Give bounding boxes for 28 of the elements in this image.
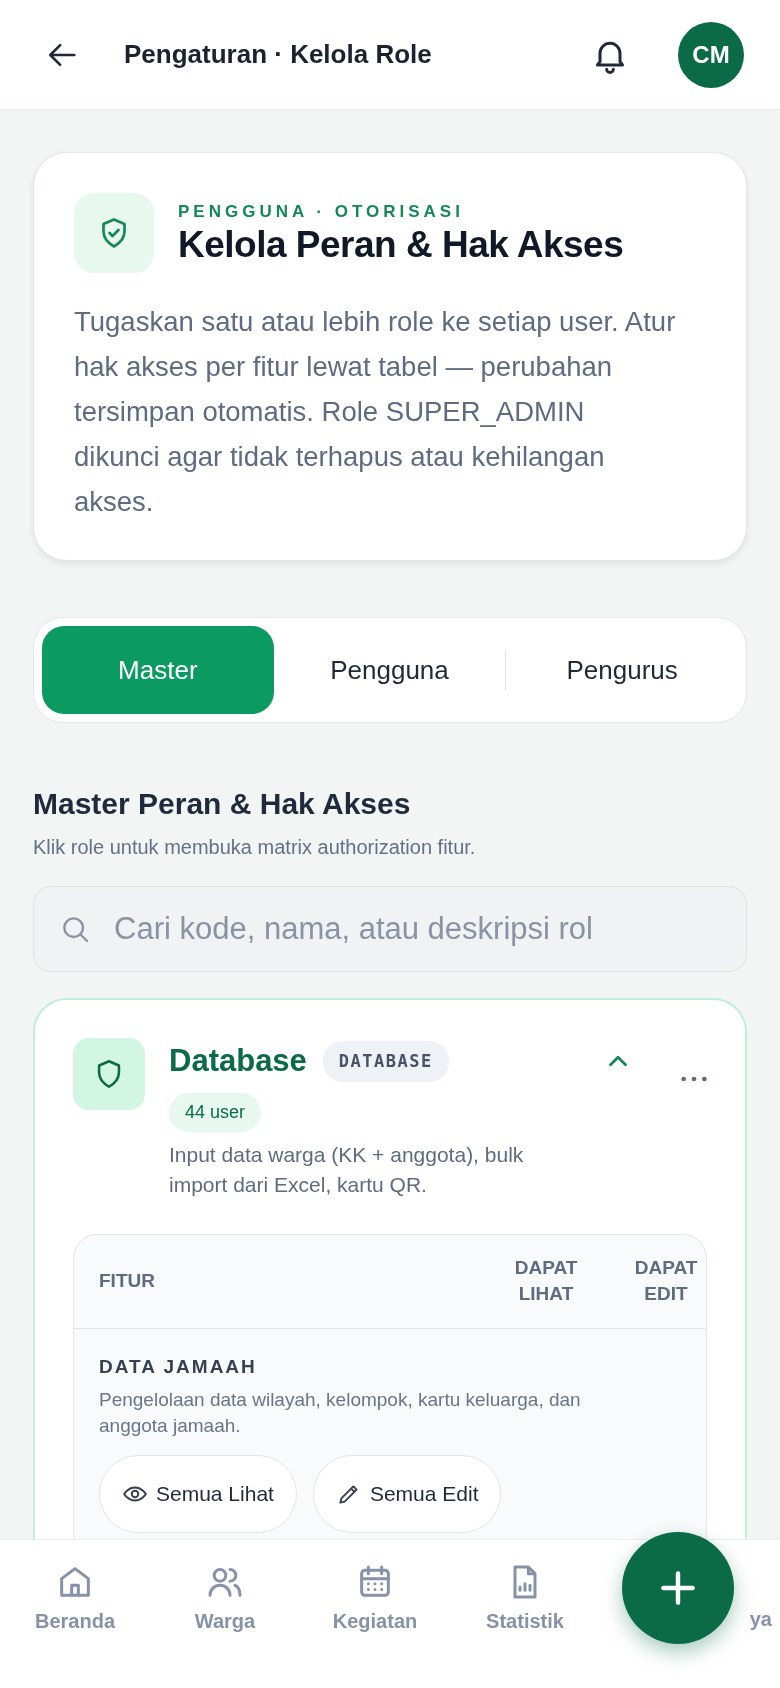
description-text: Tugaskan satu atau lebih role ke setiap user. Atur hak akses per fitur lewat tabel — perubahan tersimpan otomatis. Role SUPER_ADMIN dikunci agar tidak terhapus atau kehilangan akses. xyxy=(74,305,677,519)
nav-item[interactable]: Kegiatan xyxy=(300,1562,450,1636)
nav-item[interactable]: Statistik xyxy=(450,1562,600,1636)
section-subtitle: Klik role untuk membuka matrix authorization fitur. xyxy=(33,835,477,860)
column-header: FITUR xyxy=(99,1268,156,1293)
tab[interactable]: Pengurus xyxy=(506,626,738,714)
tab[interactable]: Pengguna xyxy=(273,626,506,714)
edit-all-button[interactable]: Semua Edit xyxy=(312,1455,502,1533)
more-icon xyxy=(681,1075,707,1082)
view-all-button[interactable]: Semua Lihat xyxy=(99,1455,297,1533)
card-title: Kelola Peran & Hak Akses xyxy=(178,224,624,267)
column-header: DAPAT EDIT xyxy=(633,1256,699,1306)
tab[interactable]: Master xyxy=(42,626,274,714)
avatar[interactable]: CM xyxy=(678,21,744,88)
section-title: Master Peran & Hak Akses xyxy=(33,786,412,822)
eyebrow-label: PENGGUNA · OTORISASI xyxy=(178,200,465,223)
column-header: DAPAT LIHAT xyxy=(513,1256,579,1306)
user-count-tag: 44 user xyxy=(169,1092,262,1132)
feature-group-title: DATA JAMAAH xyxy=(99,1354,258,1379)
nav-item[interactable]: Beranda xyxy=(0,1562,150,1636)
search-field[interactable]: Cari kode, nama, atau deskripsi rol xyxy=(33,886,747,972)
nav-item[interactable]: ya xyxy=(749,1562,780,1634)
nav-item[interactable]: Warga xyxy=(150,1562,300,1636)
page-title: Pengaturan · Kelola Role xyxy=(124,38,433,71)
feature-group-description: Pengelolaan data wilayah, kelompok, kartu keluarga, dan anggota jamaah. xyxy=(99,1388,582,1438)
role-name: Database xyxy=(169,1042,307,1080)
role-code-tag: DATABASE xyxy=(322,1040,449,1082)
role-description: Input data warga (KK + anggota), bulk import dari Excel, kartu QR. xyxy=(169,1141,525,1198)
